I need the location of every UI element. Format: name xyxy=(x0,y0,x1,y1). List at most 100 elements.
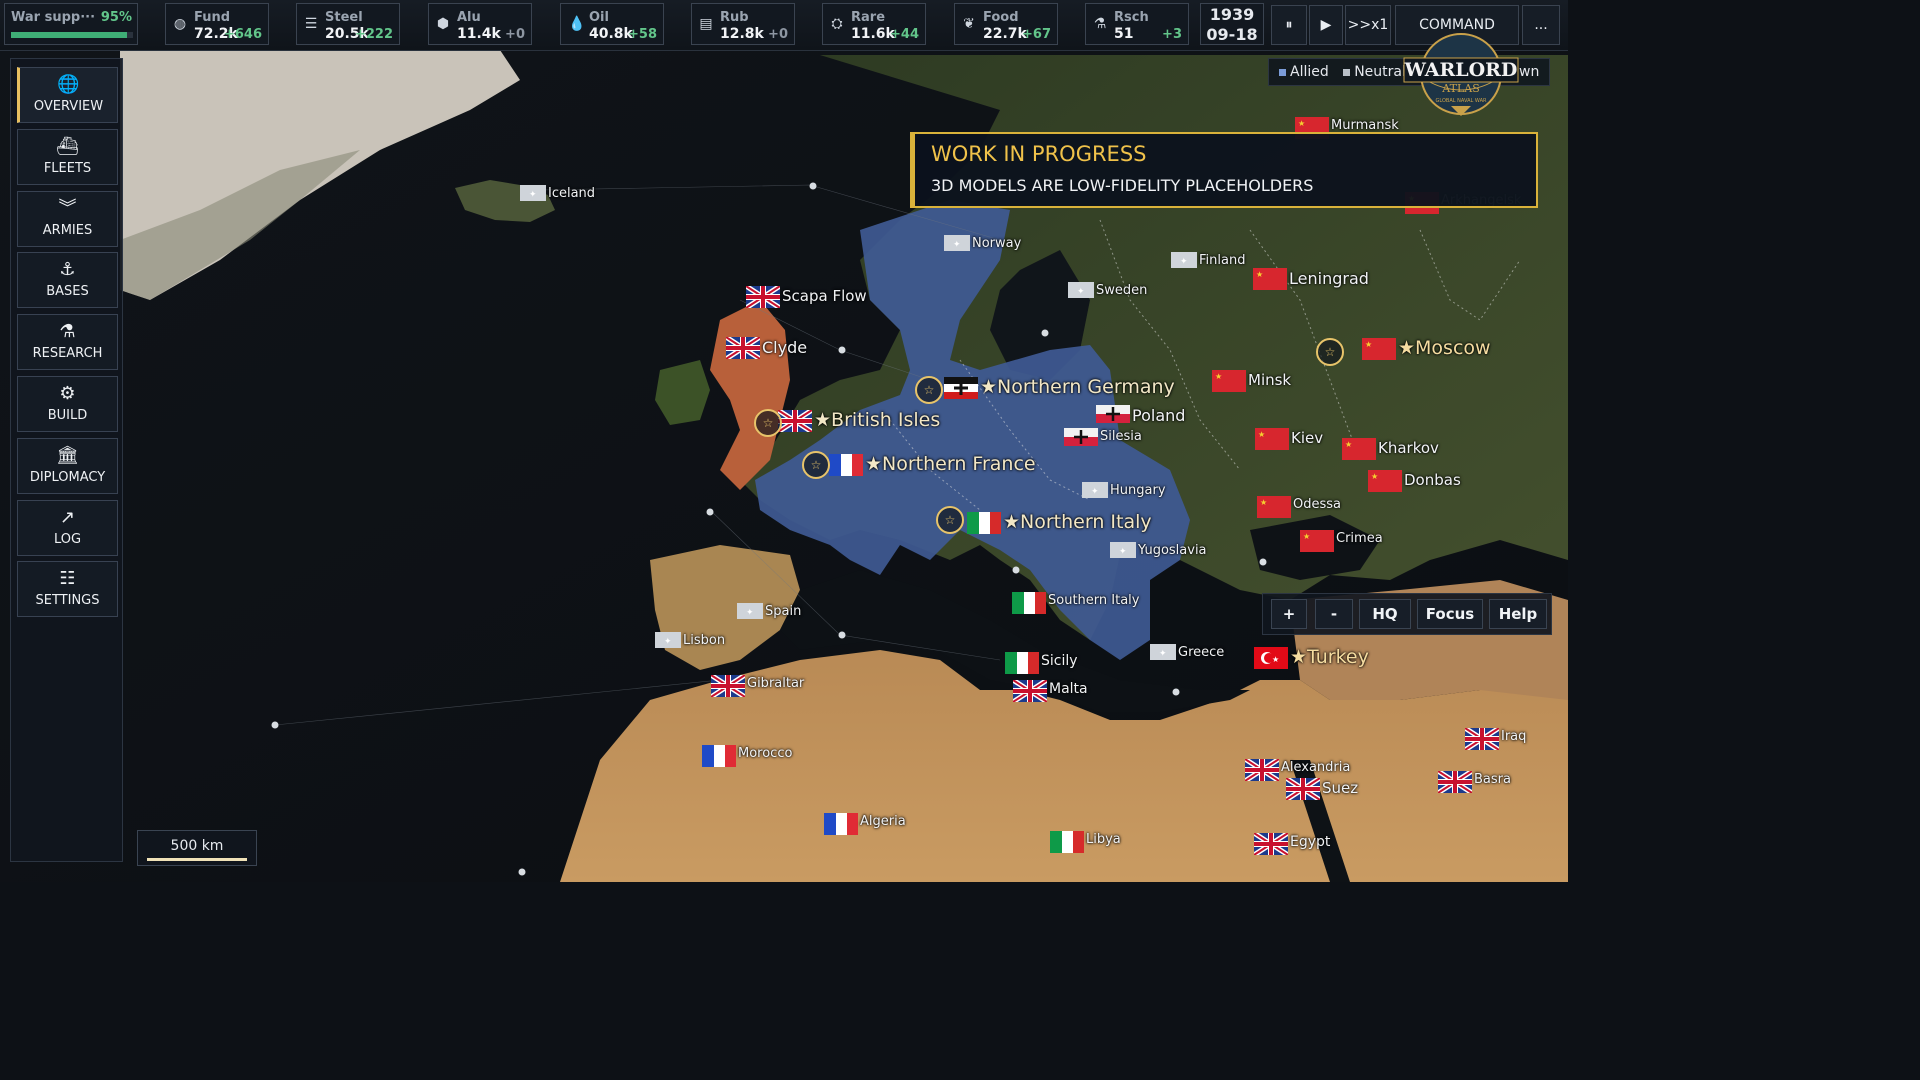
help-button[interactable]: Help xyxy=(1489,599,1547,629)
region-label-northern-france[interactable]: ★Northern France xyxy=(865,453,1036,475)
region-label-algeria[interactable]: Algeria xyxy=(860,814,906,829)
chevrons-icon: ︾ xyxy=(58,197,77,219)
more-menu-button[interactable]: ... xyxy=(1522,5,1560,45)
capital-marker-icon[interactable]: ☆ xyxy=(754,409,782,437)
region-label-morocco[interactable]: Morocco xyxy=(738,746,792,761)
resource-fund[interactable]: ◍ Fund 72.2k +646 xyxy=(165,3,269,45)
region-label-alexandria[interactable]: Alexandria xyxy=(1281,760,1350,775)
region-label-odessa[interactable]: Odessa xyxy=(1293,497,1341,512)
region-label-finland[interactable]: Finland xyxy=(1199,253,1245,268)
flag-silesia-icon xyxy=(1064,428,1098,450)
logo-title: WARLORD xyxy=(1404,59,1518,81)
resource-oil[interactable]: 💧 Oil 40.8k +58 xyxy=(560,3,664,45)
capital-marker-icon[interactable]: ☆ xyxy=(1316,338,1344,366)
region-label-poland[interactable]: Poland xyxy=(1132,406,1185,425)
region-label-gibraltar[interactable]: Gibraltar xyxy=(747,676,804,691)
resource-delta: +44 xyxy=(890,27,919,42)
flag-norway-icon: ✦ xyxy=(944,235,970,255)
flag-british-isles-icon xyxy=(776,407,814,436)
resource-value: 51 xyxy=(1114,26,1134,42)
sidebar-item-overview[interactable]: 🌐 OVERVIEW xyxy=(17,67,118,123)
war-support-fill xyxy=(11,32,127,38)
date-year: 1939 xyxy=(1209,5,1255,24)
resource-alu[interactable]: ⬢ Alu 11.4k +0 xyxy=(428,3,532,45)
region-label-greece[interactable]: Greece xyxy=(1178,645,1224,660)
resource-food[interactable]: ❦ Food 22.7k +67 xyxy=(954,3,1058,45)
svg-text:✦: ✦ xyxy=(953,240,961,250)
oil-drop-icon: 💧 xyxy=(568,16,586,32)
region-label-murmansk[interactable]: Murmansk xyxy=(1331,118,1399,133)
flag-turkey-icon: ★ xyxy=(1254,647,1288,673)
sidebar-item-diplomacy[interactable]: 🏛 DIPLOMACY xyxy=(17,437,118,494)
zoom-out-button[interactable]: - xyxy=(1315,599,1353,629)
sidebar-item-label: SETTINGS xyxy=(35,593,100,609)
resource-steel[interactable]: ☰ Steel 20.5k +222 xyxy=(296,3,400,45)
sidebar-item-build[interactable]: ⚙ BUILD xyxy=(17,376,118,432)
region-label-northern-italy[interactable]: ★Northern Italy xyxy=(1003,511,1152,533)
region-label-minsk[interactable]: Minsk xyxy=(1248,371,1291,389)
resource-rub[interactable]: ▤ Rub 12.8k +0 xyxy=(691,3,795,45)
flag-hungary-icon: ✦ xyxy=(1082,482,1108,502)
capital-marker-icon[interactable]: ☆ xyxy=(915,376,943,404)
region-label-sweden[interactable]: Sweden xyxy=(1096,283,1147,298)
region-label-british-isles[interactable]: ★British Isles xyxy=(814,409,940,431)
resource-value: 22.7k xyxy=(983,26,1027,42)
sidebar-item-bases[interactable]: ⚓ BASES xyxy=(17,252,118,309)
focus-button[interactable]: Focus xyxy=(1417,599,1483,629)
region-label-southern-italy[interactable]: Southern Italy xyxy=(1048,593,1139,608)
sidebar-item-research[interactable]: ⚗ RESEARCH xyxy=(17,314,118,371)
sidebar-item-armies[interactable]: ︾ ARMIES xyxy=(17,190,118,247)
region-label-yugoslavia[interactable]: Yugoslavia xyxy=(1138,543,1207,558)
resource-rare[interactable]: ⛭ Rare 11.6k +44 xyxy=(822,3,926,45)
flag-sweden-icon: ✦ xyxy=(1068,282,1094,302)
flag-moscow-icon: ★ xyxy=(1362,338,1396,364)
region-label-malta[interactable]: Malta xyxy=(1049,681,1088,697)
region-label-northern-germany[interactable]: ★Northern Germany xyxy=(980,376,1175,398)
region-label-norway[interactable]: Norway xyxy=(972,236,1021,251)
hq-button[interactable]: HQ xyxy=(1359,599,1411,629)
region-label-hungary[interactable]: Hungary xyxy=(1110,483,1166,498)
resource-label: Rub xyxy=(720,10,749,25)
resource-rsch[interactable]: ⚗ Rsch 51 +3 xyxy=(1085,3,1189,45)
steel-ingot-icon: ☰ xyxy=(304,16,318,32)
play-button[interactable]: ▶ xyxy=(1309,5,1343,45)
region-label-lisbon[interactable]: Lisbon xyxy=(683,633,725,648)
region-label-leningrad[interactable]: Leningrad xyxy=(1289,269,1369,288)
sidebar-item-log[interactable]: ↗ LOG xyxy=(17,499,118,556)
sidebar-item-settings[interactable]: ☷ SETTINGS xyxy=(17,561,118,618)
region-label-kharkov[interactable]: Kharkov xyxy=(1378,439,1439,457)
pause-button[interactable]: ⏸ xyxy=(1271,5,1307,45)
region-label-donbas[interactable]: Donbas xyxy=(1404,471,1461,489)
region-label-spain[interactable]: Spain xyxy=(765,604,801,619)
zoom-in-button[interactable]: + xyxy=(1271,599,1307,629)
region-label-egypt[interactable]: Egypt xyxy=(1290,834,1330,850)
region-label-iraq[interactable]: Iraq xyxy=(1501,729,1526,744)
region-label-basra[interactable]: Basra xyxy=(1474,772,1511,787)
region-label-silesia[interactable]: Silesia xyxy=(1100,429,1142,444)
region-label-kiev[interactable]: Kiev xyxy=(1291,429,1323,447)
svg-text:✦: ✦ xyxy=(1180,257,1188,267)
scale-label: 500 km xyxy=(170,838,224,854)
top-resource-bar: War supp··· 95% ◍ Fund 72.2k +646 ☰ Steel 20.5… xyxy=(0,0,1568,51)
resource-delta: +67 xyxy=(1022,27,1051,42)
region-label-scapa-flow[interactable]: Scapa Flow xyxy=(782,287,867,305)
region-label-moscow[interactable]: ★Moscow xyxy=(1398,337,1491,359)
region-label-crimea[interactable]: Crimea xyxy=(1336,531,1383,546)
capital-marker-icon[interactable]: ☆ xyxy=(936,506,964,534)
region-label-clyde[interactable]: Clyde xyxy=(762,338,807,357)
region-label-libya[interactable]: Libya xyxy=(1086,832,1121,847)
region-label-iceland[interactable]: Iceland xyxy=(548,186,595,201)
region-label-turkey[interactable]: ★Turkey xyxy=(1290,646,1369,668)
svg-text:★: ★ xyxy=(1345,440,1352,449)
resource-value: 11.4k xyxy=(457,26,501,42)
region-label-suez[interactable]: Suez xyxy=(1322,779,1358,797)
anchor-icon: ⚓ xyxy=(59,259,76,281)
capital-marker-icon[interactable]: ☆ xyxy=(802,451,830,479)
war-support-meter[interactable]: War supp··· 95% xyxy=(4,3,138,45)
sidebar-item-fleets[interactable]: ⛴ FLEETS xyxy=(17,128,118,185)
legend-allied: Allied xyxy=(1290,64,1329,80)
flag-algeria-icon xyxy=(824,813,858,839)
region-label-sicily[interactable]: Sicily xyxy=(1041,653,1078,669)
speed-button[interactable]: >>x1 xyxy=(1345,5,1391,45)
pause-icon: ⏸ xyxy=(1285,17,1293,33)
